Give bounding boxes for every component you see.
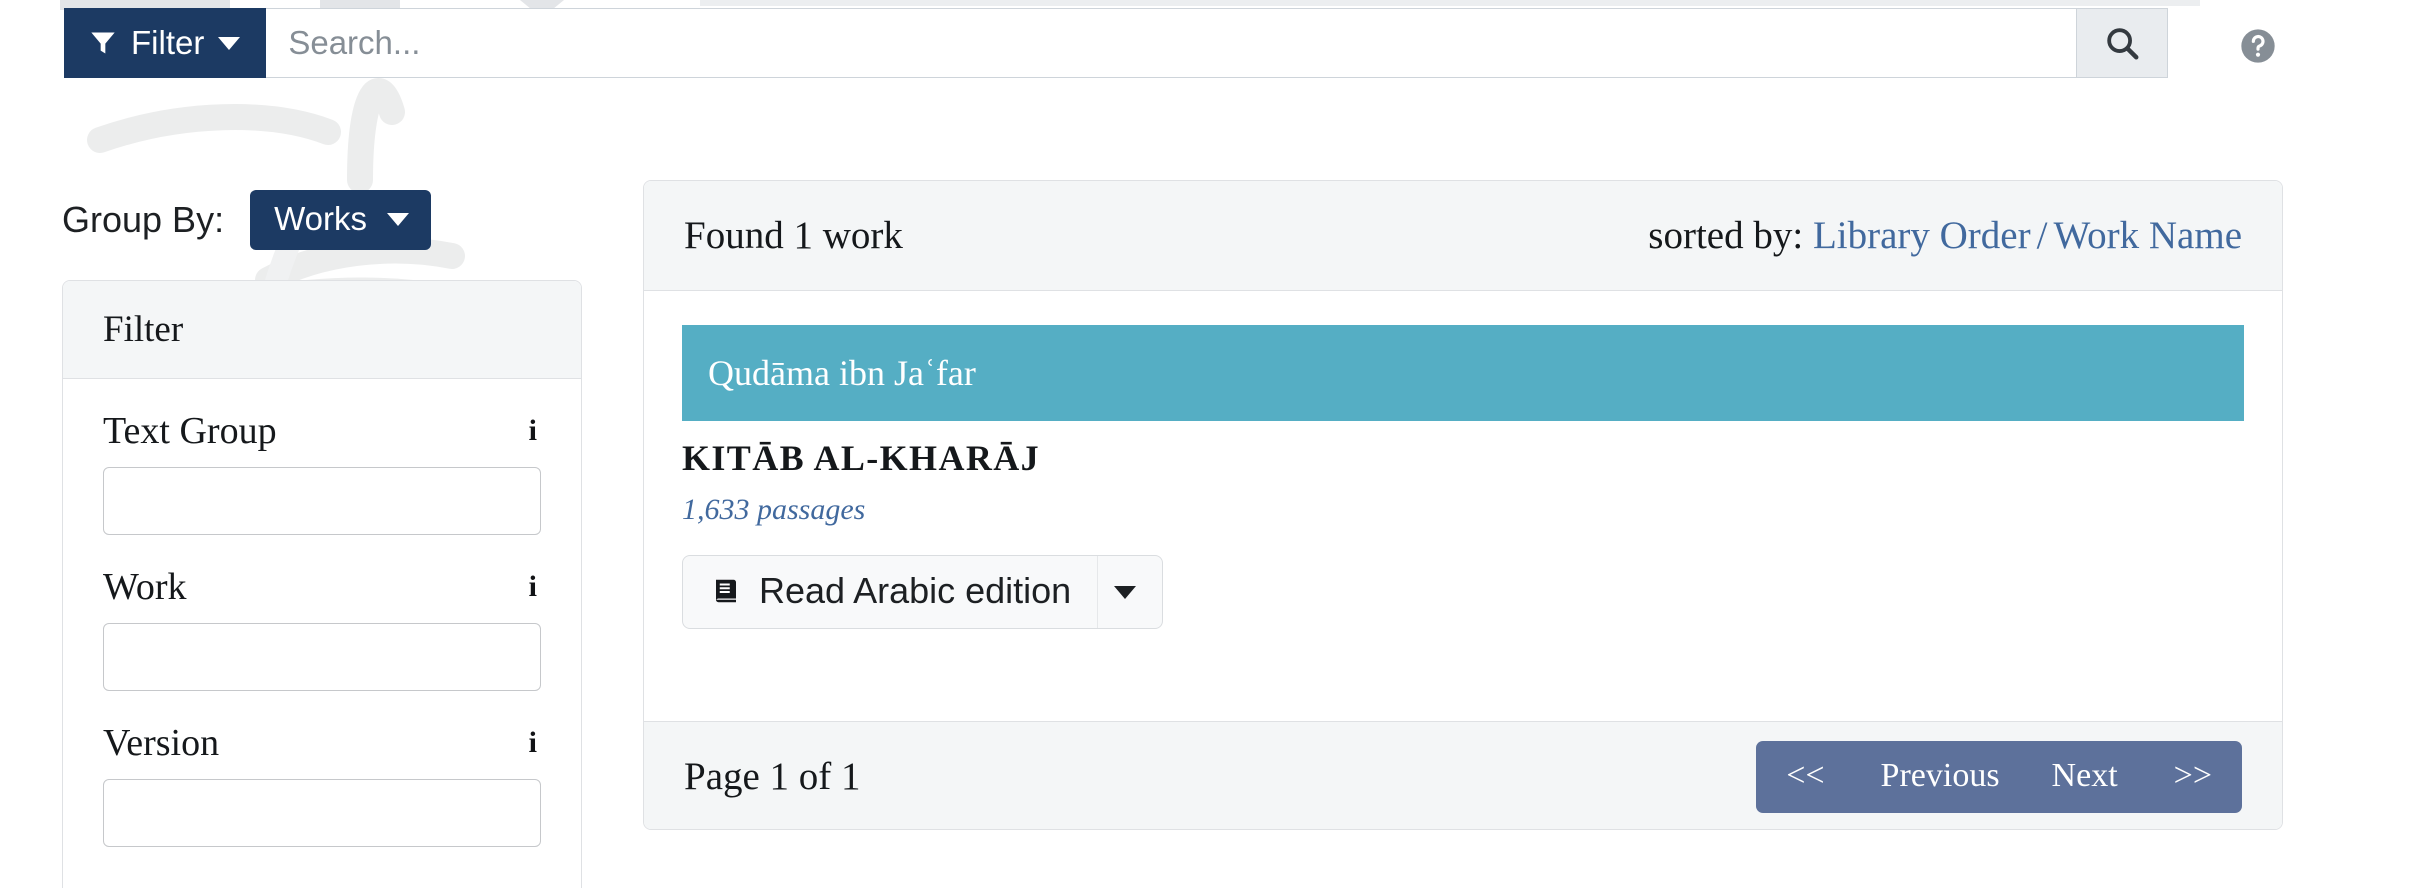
read-arabic-edition-button[interactable]: Read Arabic edition	[683, 556, 1097, 628]
filter-button-label: Filter	[131, 24, 205, 61]
sort-link-work-name[interactable]: Work Name	[2053, 214, 2242, 257]
version-input[interactable]	[103, 779, 541, 847]
filter-field-work: Work i	[103, 565, 541, 691]
pagination-controls: << Previous Next >>	[1756, 740, 2242, 813]
book-icon	[716, 579, 736, 603]
filter-sidebar-panel: Filter Text Group i Work i Version i	[62, 280, 582, 888]
sorted-by-label: sorted by:	[1648, 214, 1804, 257]
passage-count-link[interactable]: 1,633 passages	[682, 493, 2244, 527]
text-group-input[interactable]	[103, 467, 541, 535]
info-icon[interactable]: i	[529, 570, 541, 604]
filter-field-version: Version i	[103, 721, 541, 847]
info-icon[interactable]: i	[529, 726, 541, 760]
page-indicator: Page 1 of 1	[684, 755, 861, 798]
result-item: Qudāma ibn Jaʿfar KITĀB AL-KHARĀJ 1,633 …	[682, 325, 2244, 629]
info-icon[interactable]: i	[529, 414, 541, 448]
read-edition-dropdown-toggle[interactable]	[1097, 556, 1162, 628]
chevron-down-icon	[218, 36, 241, 50]
results-list: Qudāma ibn Jaʿfar KITĀB AL-KHARĀJ 1,633 …	[644, 291, 2282, 721]
first-page-button[interactable]: <<	[1756, 741, 1854, 813]
last-page-button[interactable]: >>	[2144, 741, 2242, 813]
filter-dropdown-button[interactable]: Filter	[64, 8, 267, 78]
work-input[interactable]	[103, 623, 541, 691]
help-button[interactable]	[2238, 26, 2278, 66]
chevron-down-icon	[1114, 585, 1137, 599]
read-button-label: Read Arabic edition	[759, 570, 1072, 611]
work-title: KITĀB AL-KHARĀJ	[682, 438, 1041, 478]
funnel-icon	[91, 32, 115, 54]
sort-controls: sorted by: Library Order / Work Name	[1648, 213, 2242, 258]
group-by-control: Group By: Works	[62, 190, 431, 250]
results-panel: Found 1 work sorted by: Library Order / Wo…	[643, 180, 2283, 830]
group-by-label: Group By:	[62, 199, 225, 240]
chevron-down-icon	[386, 212, 409, 226]
filter-panel-body: Text Group i Work i Version i	[63, 379, 581, 847]
filter-field-label: Version	[103, 722, 220, 764]
author-name: Qudāma ibn Jaʿfar	[708, 353, 976, 393]
next-page-button[interactable]: Next	[2026, 741, 2144, 813]
search-bar: Filter	[64, 8, 2169, 78]
search-submit-button[interactable]	[2076, 8, 2169, 78]
read-edition-split-button: Read Arabic edition	[682, 555, 1164, 629]
search-icon	[2107, 28, 2139, 60]
search-input[interactable]	[266, 8, 2077, 78]
group-by-selected-value: Works	[274, 200, 367, 237]
sort-separator: /	[2036, 214, 2048, 257]
sort-link-library-order[interactable]: Library Order	[1813, 214, 2031, 257]
results-count-text: Found 1 work	[684, 214, 903, 257]
previous-page-button[interactable]: Previous	[1855, 741, 2026, 813]
filter-field-text-group: Text Group i	[103, 409, 541, 535]
library-search-page: Filter Group By: Works Filter	[0, 0, 2420, 888]
filter-panel-header: Filter	[63, 281, 581, 379]
filter-field-label: Text Group	[103, 410, 277, 452]
results-header: Found 1 work sorted by: Library Order / Wo…	[644, 181, 2282, 291]
filter-panel-title: Filter	[103, 309, 184, 350]
help-circle-icon	[2241, 29, 2275, 63]
results-footer: Page 1 of 1 << Previous Next >>	[644, 721, 2282, 829]
filter-field-label: Work	[103, 566, 187, 608]
group-by-dropdown-button[interactable]: Works	[250, 190, 431, 250]
author-banner[interactable]: Qudāma ibn Jaʿfar	[682, 325, 2244, 421]
